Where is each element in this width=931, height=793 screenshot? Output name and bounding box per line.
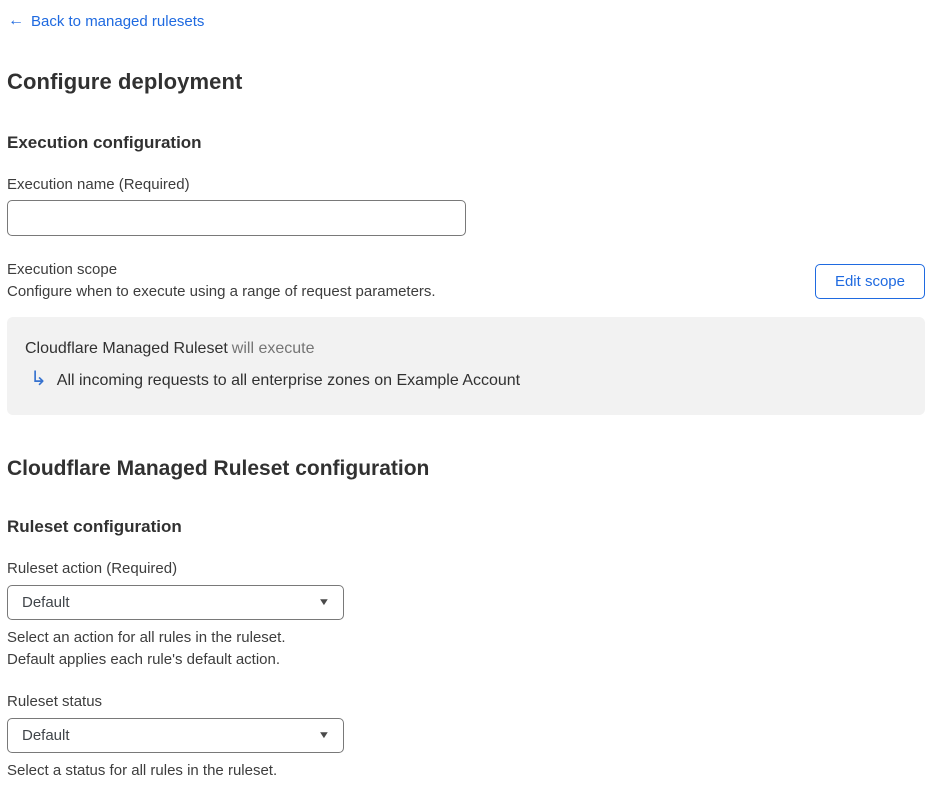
ruleset-status-label: Ruleset status bbox=[7, 693, 103, 710]
ruleset-status-help-text: Select a status for all rules in the rul… bbox=[7, 760, 925, 782]
back-link-label: Back to managed rulesets bbox=[31, 12, 205, 30]
ruleset-action-selected-value: Default bbox=[22, 594, 70, 611]
page-title: Configure deployment bbox=[7, 69, 243, 94]
ruleset-configuration-section-heading: Cloudflare Managed Ruleset configuration bbox=[7, 457, 430, 480]
execution-scope-description: Configure when to execute using a range … bbox=[7, 283, 436, 300]
summary-scope-line: ↳ All incoming requests to all enterpris… bbox=[30, 368, 907, 391]
back-to-managed-rulesets-link[interactable]: ← Back to managed rulesets bbox=[8, 13, 204, 30]
execution-scope-text-block: Execution scope Configure when to execut… bbox=[7, 259, 436, 303]
ruleset-action-help-line-1: Select an action for all rules in the ru… bbox=[7, 629, 286, 646]
summary-scope-text: All incoming requests to all enterprise … bbox=[56, 372, 521, 389]
ruleset-action-select[interactable]: Default ▼ bbox=[7, 585, 344, 620]
execution-name-input[interactable] bbox=[7, 200, 466, 236]
summary-ruleset-line: Cloudflare Managed Ruleset will execute bbox=[25, 340, 907, 358]
execution-scope-label: Execution scope bbox=[7, 261, 118, 278]
chevron-down-icon: ▼ bbox=[317, 730, 331, 741]
ruleset-action-help-text: Select an action for all rules in the ru… bbox=[7, 627, 925, 671]
back-arrow-icon: ← bbox=[8, 12, 24, 29]
chevron-down-icon: ▼ bbox=[317, 597, 331, 608]
edit-scope-button[interactable]: Edit scope bbox=[814, 263, 925, 299]
execution-scope-summary-panel: Cloudflare Managed Ruleset will execute ↳… bbox=[7, 317, 925, 415]
ruleset-configuration-subheading: Ruleset configuration bbox=[7, 517, 182, 536]
corner-down-right-arrow-icon: ↳ bbox=[30, 368, 47, 390]
execution-name-label: Execution name (Required) bbox=[7, 176, 190, 193]
ruleset-action-help-line-2: Default applies each rule's default acti… bbox=[7, 651, 281, 668]
ruleset-status-help-line-1: Select a status for all rules in the rul… bbox=[7, 762, 278, 779]
ruleset-action-label: Ruleset action (Required) bbox=[7, 560, 178, 577]
summary-ruleset-name: Cloudflare Managed Ruleset bbox=[25, 340, 228, 357]
ruleset-status-selected-value: Default bbox=[22, 727, 70, 744]
ruleset-status-select[interactable]: Default ▼ bbox=[7, 718, 344, 753]
execution-scope-row: Execution scope Configure when to execut… bbox=[7, 259, 925, 303]
configure-deployment-page: ← Back to managed rulesets Configure dep… bbox=[0, 0, 931, 782]
execution-configuration-heading: Execution configuration bbox=[7, 133, 202, 152]
summary-will-execute-text: will execute bbox=[231, 340, 315, 357]
